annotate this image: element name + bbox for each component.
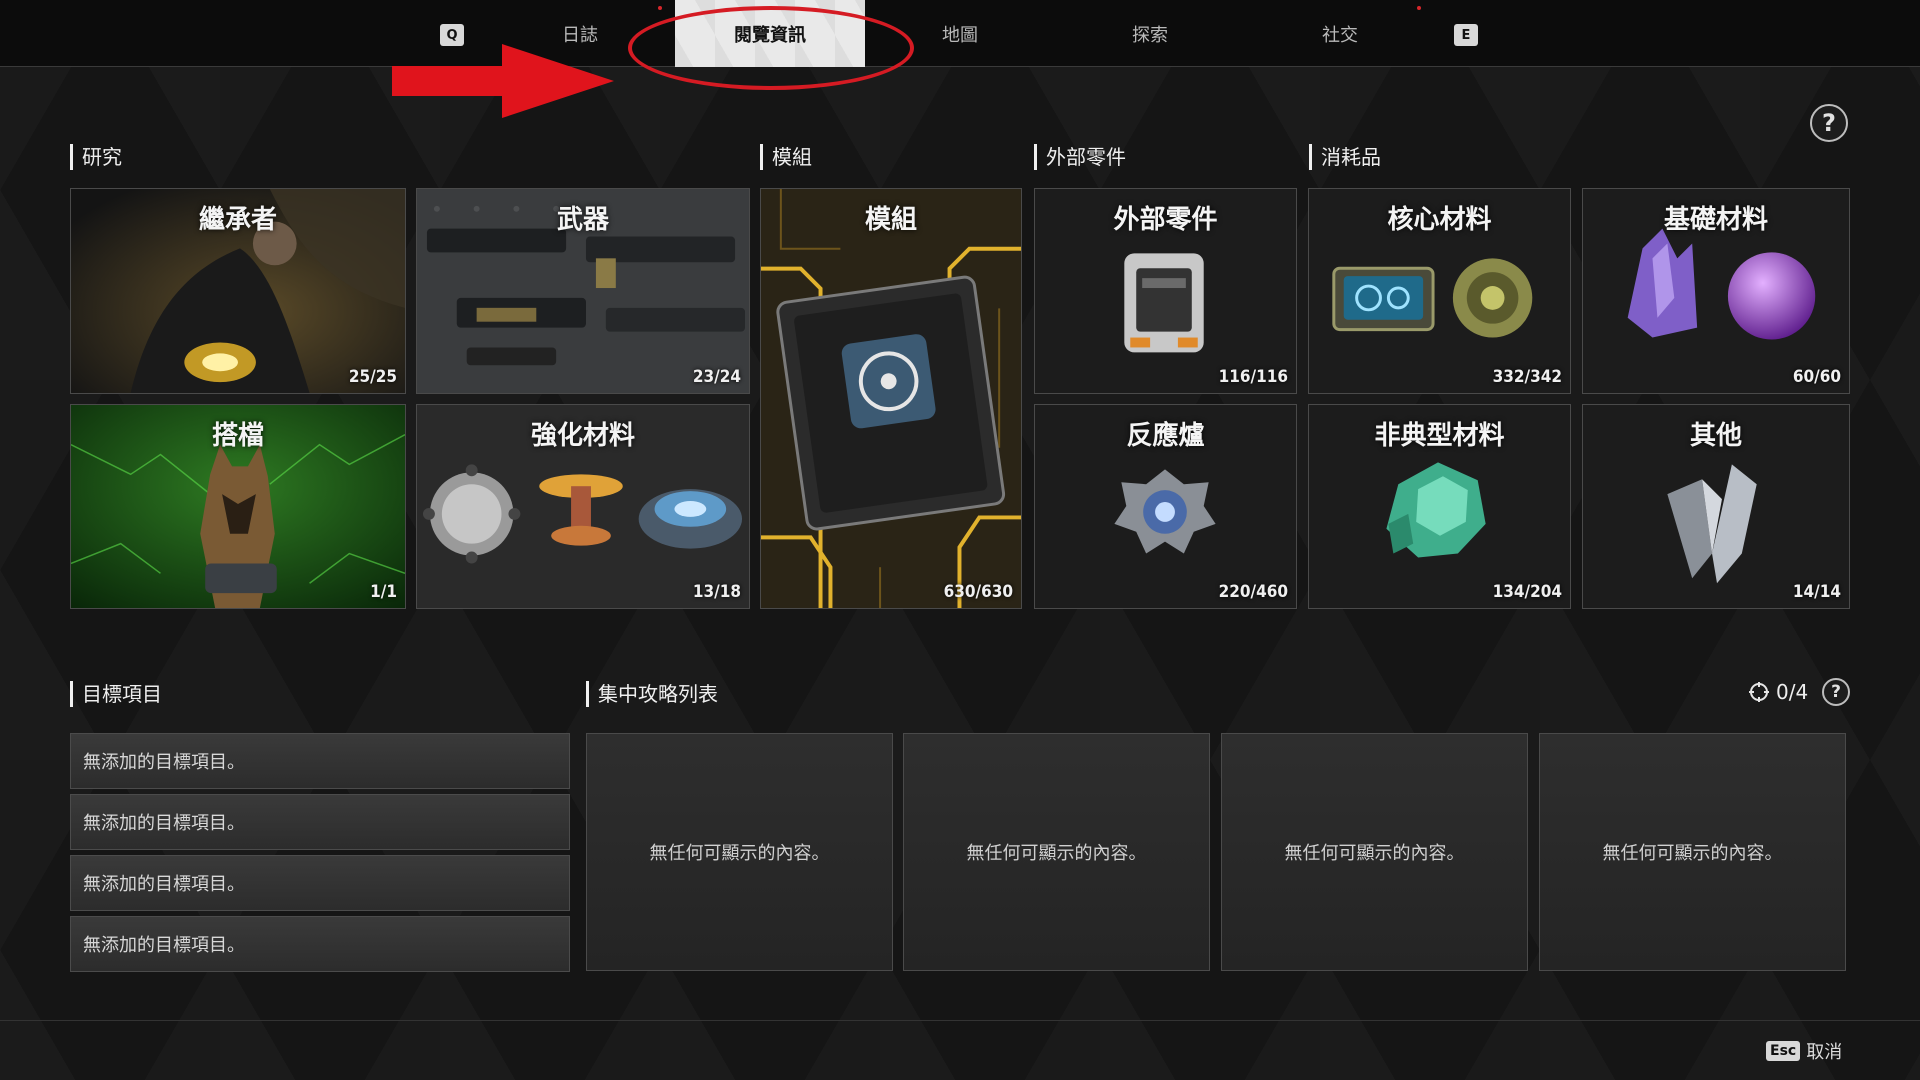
card-count: 134/204 xyxy=(1492,582,1562,602)
card-title: 反應爐 xyxy=(1126,421,1205,451)
prev-tab-key-hint[interactable]: Q xyxy=(440,24,464,46)
tab-social[interactable]: 社交 xyxy=(1245,0,1435,67)
card-count: 13/18 xyxy=(692,582,741,602)
tab-info-view[interactable]: 閱覽資訊 xyxy=(675,0,865,67)
top-nav-bar: Q 日誌 閱覽資訊 地圖 探索 社交 E xyxy=(0,0,1920,67)
section-title-external: 外部零件 xyxy=(1034,144,1126,170)
help-button[interactable]: ? xyxy=(1810,104,1848,142)
card-count: 332/342 xyxy=(1492,367,1562,387)
esc-key-hint: Esc xyxy=(1766,1041,1801,1061)
target-item-slot[interactable]: 無添加的目標項目。 xyxy=(70,916,570,972)
tab-notification-dot xyxy=(1417,6,1421,10)
cancel-label: 取消 xyxy=(1806,1042,1843,1063)
card-enhancement-material[interactable]: 強化材料 13/18 xyxy=(416,404,750,609)
next-tab-key-hint[interactable]: E xyxy=(1454,24,1478,46)
card-count: 116/116 xyxy=(1218,367,1288,387)
section-title-module: 模組 xyxy=(760,144,812,170)
card-title: 模組 xyxy=(864,205,917,235)
card-weapon[interactable]: 武器 23/24 xyxy=(416,188,750,394)
card-title: 其他 xyxy=(1689,421,1742,451)
section-title-targets: 目標項目 xyxy=(70,681,162,707)
card-count: 1/1 xyxy=(370,582,397,602)
card-external-parts[interactable]: 外部零件 116/116 xyxy=(1034,188,1297,394)
card-reactor[interactable]: 反應爐 220/460 xyxy=(1034,404,1297,609)
card-basic-material[interactable]: 基礎材料 60/60 xyxy=(1582,188,1850,394)
guide-list-slot[interactable]: 無任何可顯示的內容。 xyxy=(903,733,1210,971)
tab-journal[interactable]: 日誌 xyxy=(485,0,675,67)
card-title: 非典型材料 xyxy=(1374,421,1505,451)
card-descendant[interactable]: 繼承者 25/25 xyxy=(70,188,406,394)
card-module[interactable]: 模組 630/630 xyxy=(760,188,1022,609)
card-title: 強化材料 xyxy=(530,421,635,451)
card-count: 14/14 xyxy=(1792,582,1841,602)
cancel-button[interactable]: Esc 取消 xyxy=(1766,1038,1842,1064)
card-count: 25/25 xyxy=(348,367,397,387)
card-atypical-material[interactable]: 非典型材料 134/204 xyxy=(1308,404,1571,609)
section-title-guide-list: 集中攻略列表 xyxy=(586,681,718,707)
card-core-material[interactable]: 核心材料 332/342 xyxy=(1308,188,1571,394)
card-title: 武器 xyxy=(556,205,609,235)
tab-notification-dot xyxy=(658,6,662,10)
card-title: 繼承者 xyxy=(198,205,277,235)
target-item-slot[interactable]: 無添加的目標項目。 xyxy=(70,733,570,789)
module-art xyxy=(761,189,1021,608)
card-title: 基礎材料 xyxy=(1663,205,1768,235)
target-icon xyxy=(1749,682,1769,702)
guide-list-slot[interactable]: 無任何可顯示的內容。 xyxy=(586,733,893,971)
guide-count-text: 0/4 xyxy=(1776,680,1809,704)
guide-help-button[interactable]: ? xyxy=(1822,678,1850,706)
target-item-slot[interactable]: 無添加的目標項目。 xyxy=(70,855,570,911)
card-count: 630/630 xyxy=(943,582,1013,602)
card-partner[interactable]: 搭檔 1/1 xyxy=(70,404,406,609)
footer-divider xyxy=(0,1020,1920,1021)
section-title-consumables: 消耗品 xyxy=(1309,144,1381,170)
card-title: 外部零件 xyxy=(1113,205,1218,235)
guide-slot-counter: 0/4 xyxy=(1748,678,1808,706)
guide-list-slot[interactable]: 無任何可顯示的內容。 xyxy=(1539,733,1846,971)
card-count: 220/460 xyxy=(1218,582,1288,602)
guide-list-slot[interactable]: 無任何可顯示的內容。 xyxy=(1221,733,1528,971)
card-other[interactable]: 其他 14/14 xyxy=(1582,404,1850,609)
section-title-research: 研究 xyxy=(70,144,122,170)
card-count: 23/24 xyxy=(692,367,741,387)
tab-map[interactable]: 地圖 xyxy=(865,0,1055,67)
tab-explore[interactable]: 探索 xyxy=(1055,0,1245,67)
card-count: 60/60 xyxy=(1792,367,1841,387)
target-item-slot[interactable]: 無添加的目標項目。 xyxy=(70,794,570,850)
card-title: 搭檔 xyxy=(211,421,264,451)
card-title: 核心材料 xyxy=(1387,205,1492,235)
